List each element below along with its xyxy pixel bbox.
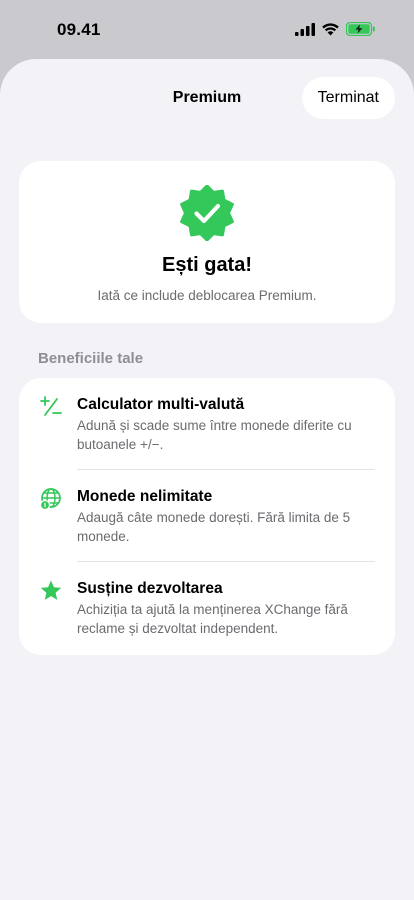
status-time: 09.41 (57, 20, 101, 39)
status-bar: 09.41 (0, 0, 414, 60)
benefit-title: Calculator multi-valută (77, 396, 245, 413)
benefits-list: Calculator multi-valută Adună și scade s… (19, 378, 395, 655)
globe-icon (39, 488, 61, 511)
plus-minus-icon (40, 396, 62, 416)
benefits-section-header: Beneficiile tale (38, 350, 144, 367)
benefit-title: Susține dezvoltarea (77, 580, 223, 597)
checkmark-seal-icon (180, 185, 234, 241)
status-icons (295, 22, 376, 36)
wifi-icon (322, 23, 339, 36)
cellular-signal-icon (295, 22, 315, 36)
benefit-description: Adaugă câte monede dorești. Fără limita … (77, 510, 351, 544)
battery-charging-icon (346, 22, 375, 36)
success-card: Ești gata! Iată ce include deblocarea Pr… (19, 161, 395, 323)
premium-sheet: Premium Terminat Ești gata! Iată ce incl… (0, 59, 414, 900)
benefit-unlimited-currencies: Monede nelimitate Adaugă câte monede dor… (19, 470, 395, 562)
benefit-multi-currency-calculator: Calculator multi-valută Adună și scade s… (19, 378, 395, 470)
benefit-description: Adună și scade sume între monede diferit… (77, 418, 352, 452)
benefit-title: Monede nelimitate (77, 488, 213, 505)
benefit-description: Achiziția ta ajută la menținerea XChange… (77, 602, 348, 636)
success-title: Ești gata! (161, 254, 253, 276)
star-icon (40, 580, 62, 600)
success-subtitle: Iată ce include deblocarea Premium. (97, 288, 317, 303)
benefit-support-development: Susține dezvoltarea Achiziția ta ajută l… (19, 562, 395, 654)
done-button[interactable]: Terminat (301, 77, 395, 119)
